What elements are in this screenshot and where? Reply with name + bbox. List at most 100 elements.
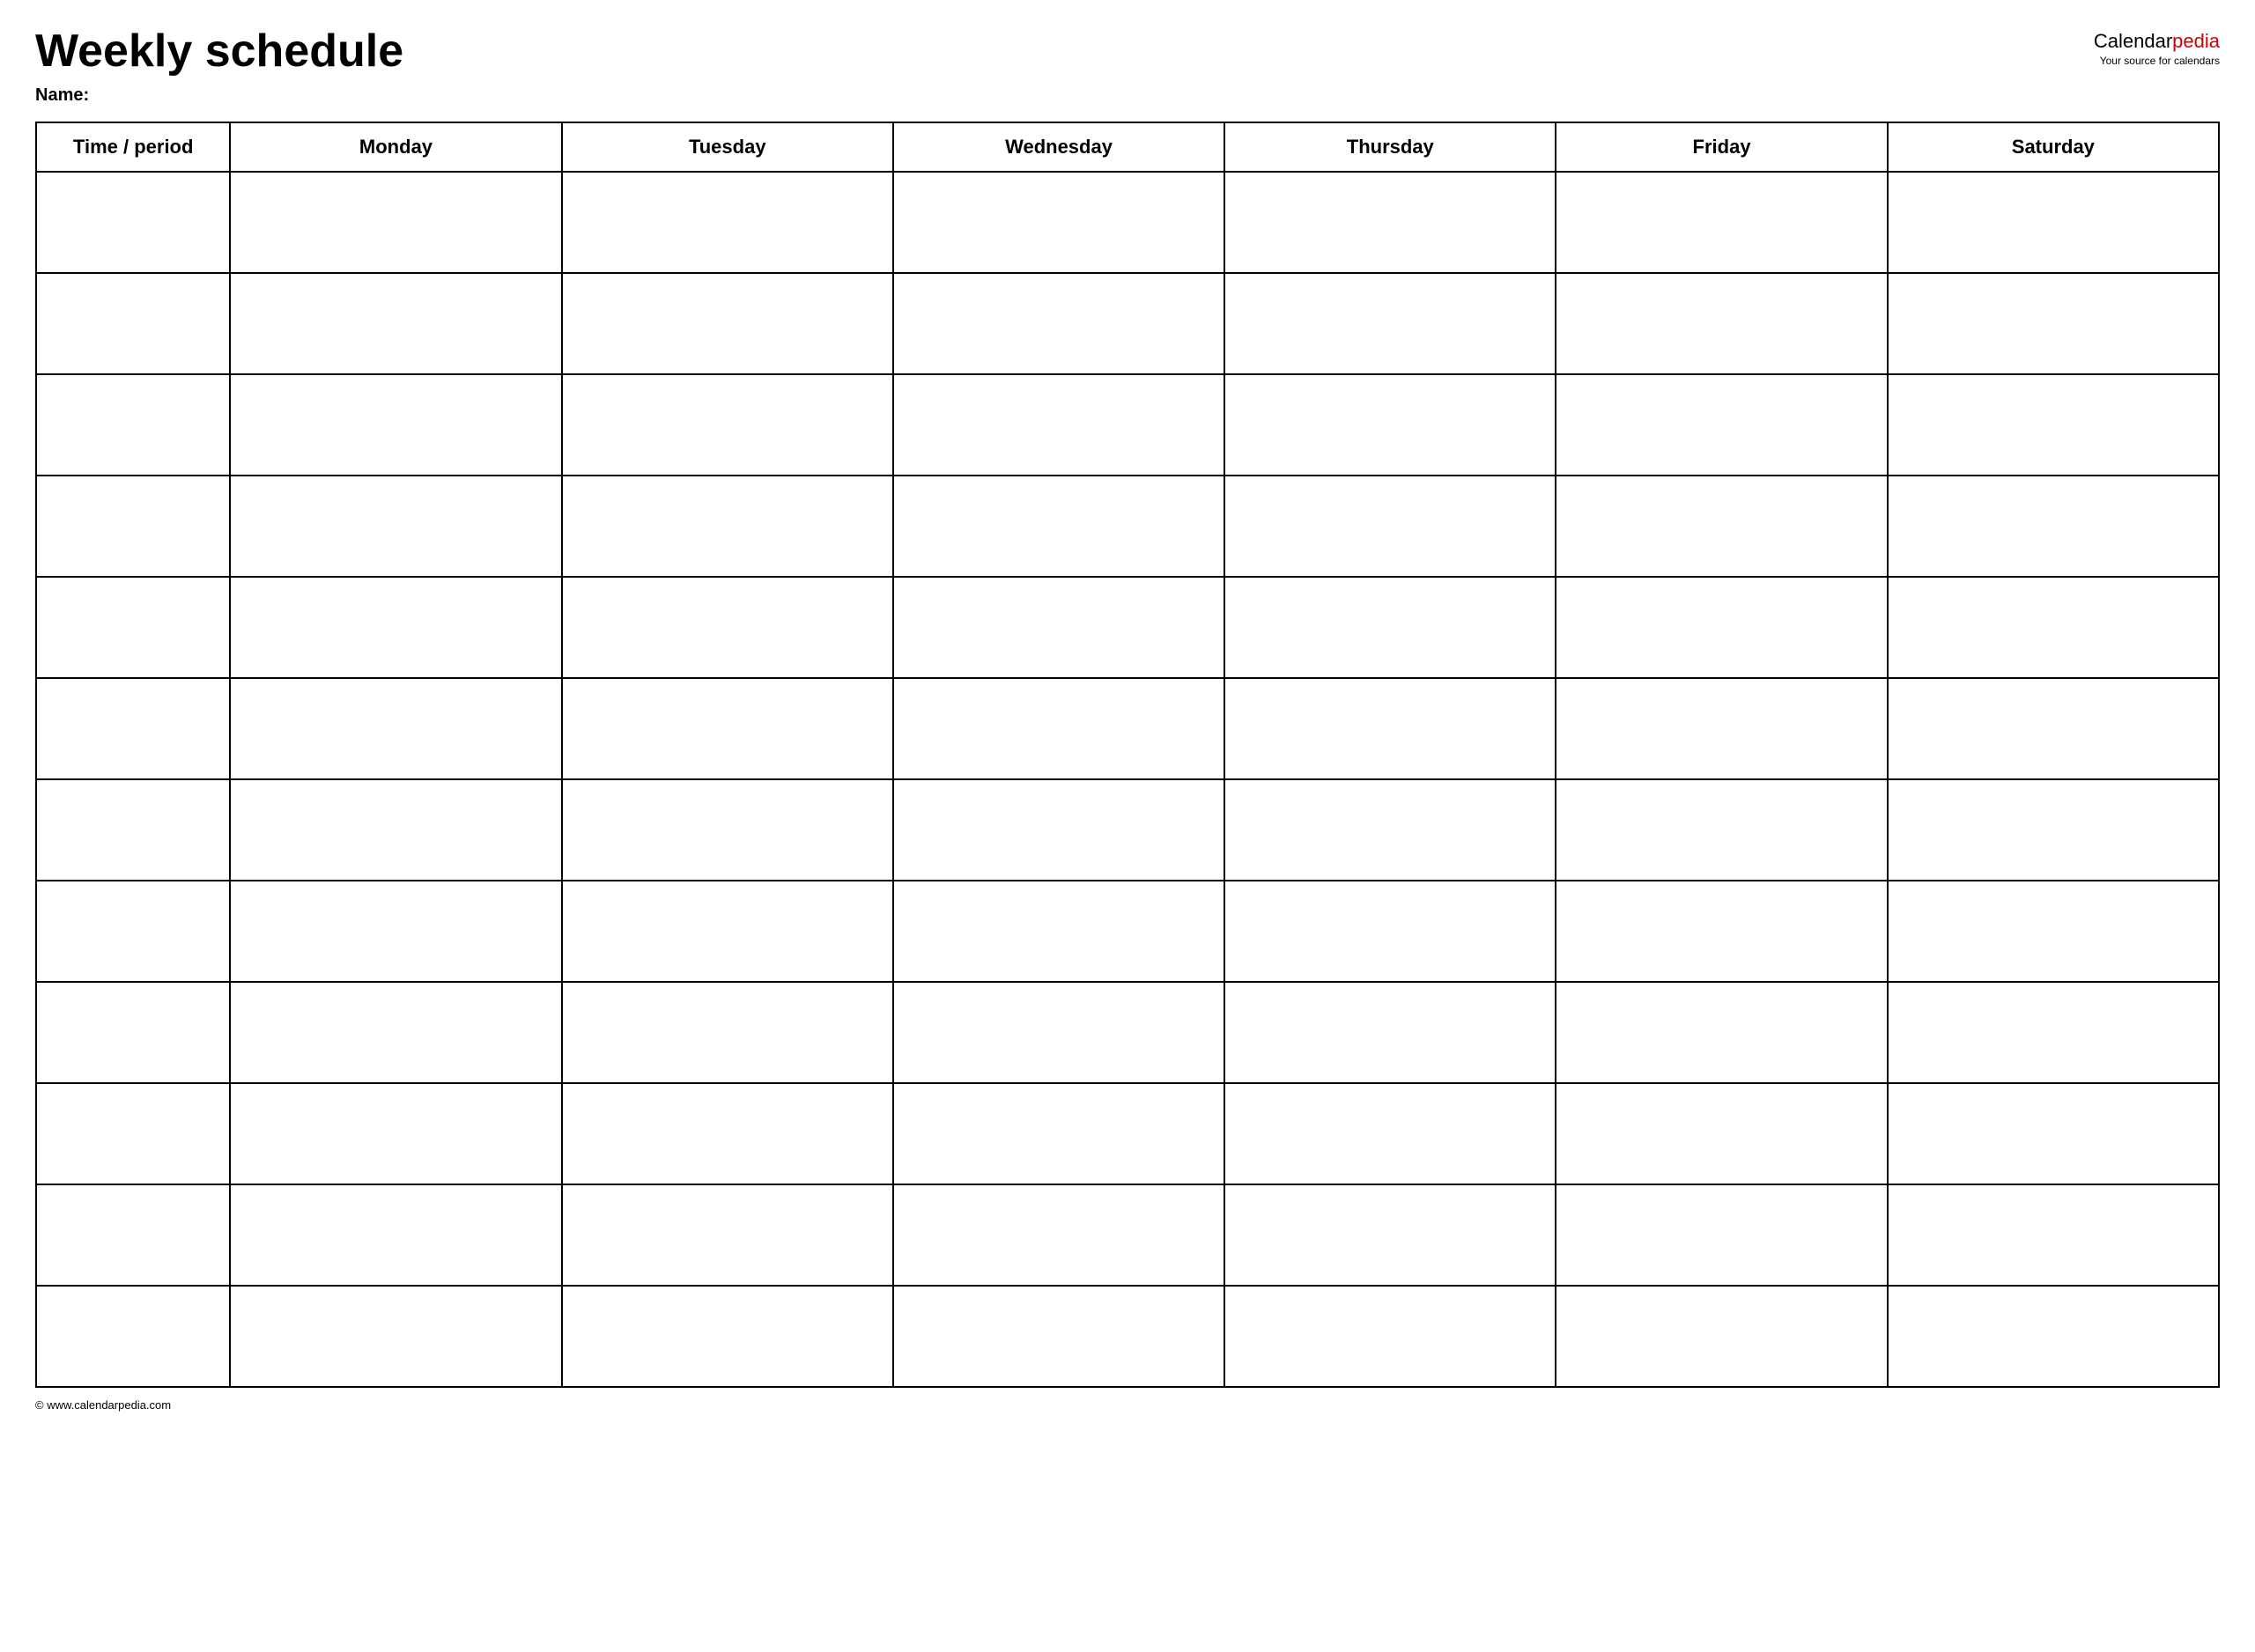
schedule-cell[interactable] [1888,881,2219,982]
schedule-cell[interactable] [1224,678,1556,779]
schedule-cell[interactable] [893,374,1224,476]
schedule-cell[interactable] [230,172,561,273]
schedule-cell[interactable] [562,374,893,476]
schedule-cell[interactable] [1224,779,1556,881]
schedule-cell[interactable] [1224,172,1556,273]
schedule-cell[interactable] [893,779,1224,881]
time-cell[interactable] [36,172,230,273]
schedule-cell[interactable] [562,779,893,881]
col-header-tuesday: Tuesday [562,122,893,172]
schedule-cell[interactable] [1556,1083,1887,1184]
schedule-cell[interactable] [1224,1184,1556,1286]
schedule-cell[interactable] [1224,881,1556,982]
schedule-cell[interactable] [562,172,893,273]
table-row [36,1083,2219,1184]
schedule-cell[interactable] [1556,779,1887,881]
time-cell[interactable] [36,273,230,374]
schedule-cell[interactable] [1888,476,2219,577]
time-cell[interactable] [36,881,230,982]
time-cell[interactable] [36,982,230,1083]
schedule-cell[interactable] [1224,982,1556,1083]
schedule-cell[interactable] [1888,982,2219,1083]
schedule-cell[interactable] [893,577,1224,678]
schedule-cell[interactable] [230,374,561,476]
schedule-cell[interactable] [893,881,1224,982]
time-cell[interactable] [36,678,230,779]
schedule-cell[interactable] [1556,982,1887,1083]
schedule-cell[interactable] [1556,476,1887,577]
schedule-cell[interactable] [893,273,1224,374]
schedule-cell[interactable] [1888,1286,2219,1387]
schedule-cell[interactable] [562,273,893,374]
schedule-cell[interactable] [1224,577,1556,678]
schedule-cell[interactable] [1556,1286,1887,1387]
schedule-cell[interactable] [230,476,561,577]
schedule-cell[interactable] [893,1184,1224,1286]
footer-url: © www.calendarpedia.com [35,1398,171,1412]
table-row [36,577,2219,678]
col-header-thursday: Thursday [1224,122,1556,172]
table-row [36,273,2219,374]
col-header-wednesday: Wednesday [893,122,1224,172]
schedule-cell[interactable] [230,678,561,779]
schedule-cell[interactable] [562,577,893,678]
schedule-cell[interactable] [562,1083,893,1184]
schedule-cell[interactable] [893,172,1224,273]
schedule-cell[interactable] [230,1083,561,1184]
schedule-cell[interactable] [230,982,561,1083]
schedule-cell[interactable] [1888,577,2219,678]
schedule-cell[interactable] [893,476,1224,577]
schedule-cell[interactable] [1556,577,1887,678]
schedule-cell[interactable] [1556,172,1887,273]
time-cell[interactable] [36,1083,230,1184]
schedule-cell[interactable] [1888,1083,2219,1184]
schedule-cell[interactable] [562,982,893,1083]
schedule-cell[interactable] [1888,1184,2219,1286]
schedule-cell[interactable] [1556,273,1887,374]
schedule-cell[interactable] [1888,678,2219,779]
schedule-cell[interactable] [562,1286,893,1387]
schedule-cell[interactable] [1888,779,2219,881]
schedule-cell[interactable] [230,273,561,374]
schedule-cell[interactable] [230,779,561,881]
logo-section: Calendarpedia Your source for calendars [2094,26,2220,67]
col-header-friday: Friday [1556,122,1887,172]
schedule-cell[interactable] [1224,476,1556,577]
time-cell[interactable] [36,577,230,678]
table-row [36,678,2219,779]
col-header-monday: Monday [230,122,561,172]
schedule-cell[interactable] [230,881,561,982]
time-cell[interactable] [36,1184,230,1286]
schedule-cell[interactable] [562,476,893,577]
schedule-cell[interactable] [1888,374,2219,476]
schedule-cell[interactable] [230,1286,561,1387]
schedule-cell[interactable] [893,1083,1224,1184]
schedule-cell[interactable] [1556,1184,1887,1286]
schedule-cell[interactable] [230,577,561,678]
schedule-cell[interactable] [1224,1286,1556,1387]
schedule-cell[interactable] [562,1184,893,1286]
schedule-cell[interactable] [1888,172,2219,273]
logo-text: Calendarpedia [2094,30,2220,53]
time-cell[interactable] [36,779,230,881]
schedule-cell[interactable] [893,678,1224,779]
schedule-cell[interactable] [562,881,893,982]
table-row [36,476,2219,577]
schedule-cell[interactable] [1224,1083,1556,1184]
schedule-cell[interactable] [1556,678,1887,779]
schedule-cell[interactable] [1224,374,1556,476]
schedule-cell[interactable] [1888,273,2219,374]
time-cell[interactable] [36,476,230,577]
schedule-cell[interactable] [230,1184,561,1286]
time-cell[interactable] [36,374,230,476]
schedule-cell[interactable] [1556,881,1887,982]
logo-pedia-text: pedia [2172,30,2220,52]
schedule-cell[interactable] [1556,374,1887,476]
footer: © www.calendarpedia.com [35,1398,2220,1412]
schedule-cell[interactable] [1224,273,1556,374]
time-cell[interactable] [36,1286,230,1387]
schedule-cell[interactable] [893,1286,1224,1387]
schedule-cell[interactable] [562,678,893,779]
schedule-cell[interactable] [893,982,1224,1083]
logo-tagline: Your source for calendars [2094,55,2220,67]
